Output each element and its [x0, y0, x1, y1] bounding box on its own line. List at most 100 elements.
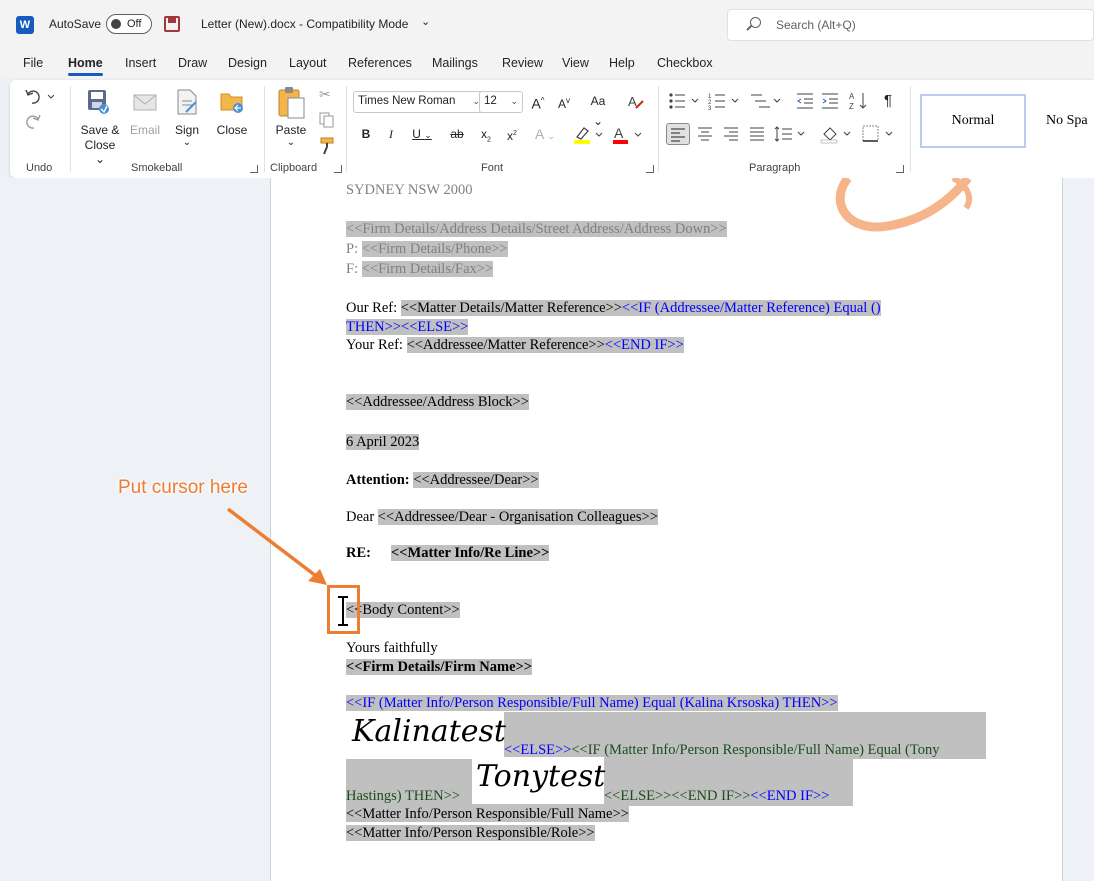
style-normal[interactable]: Normal — [920, 94, 1026, 148]
multilevel-list-icon[interactable] — [750, 92, 782, 110]
paste-label[interactable]: Paste — [274, 123, 308, 137]
justify-icon[interactable] — [748, 125, 766, 143]
smokeball-launcher-icon[interactable] — [250, 165, 258, 173]
doc-if-kalina: <<IF (Matter Info/Person Responsible/Ful… — [346, 695, 838, 711]
align-left-icon — [671, 128, 685, 142]
tab-file[interactable]: File — [23, 56, 43, 70]
grow-font-button[interactable]: A^ — [528, 91, 548, 112]
subscript-button[interactable]: x2 — [476, 124, 496, 144]
ribbon: Undo Save & Close ⌄ Email Sign ⌄ Close S… — [10, 80, 1094, 178]
undo-icon[interactable] — [24, 86, 54, 106]
svg-text:A: A — [849, 92, 855, 101]
sign-icon[interactable] — [174, 88, 200, 116]
change-case-button[interactable]: Aa ⌄ — [584, 91, 612, 128]
tab-help[interactable]: Help — [609, 56, 635, 70]
tab-home[interactable]: Home — [68, 56, 103, 76]
increase-indent-icon[interactable] — [821, 92, 841, 110]
paste-icon[interactable] — [276, 86, 306, 120]
doc-address-block: <<Addressee/Address Block>> — [346, 394, 529, 410]
signature-tony: Tonytest — [472, 757, 605, 804]
divider — [264, 86, 265, 172]
chevron-down-icon[interactable]: ⌄ — [180, 137, 194, 148]
document-title[interactable]: Letter (New).docx - Compatibility Mode — [201, 17, 408, 31]
highlight-icon[interactable] — [573, 125, 605, 145]
search-box[interactable]: Search (Alt+Q) — [727, 9, 1094, 41]
line-spacing-icon[interactable] — [774, 125, 808, 143]
save-close-label[interactable]: Save & — [80, 123, 120, 137]
save-close-label-2[interactable]: Close ⌄ — [78, 138, 122, 166]
underline-button[interactable]: U ⌄ — [407, 124, 437, 144]
divider — [658, 86, 659, 172]
superscript-button[interactable]: x2 — [502, 124, 522, 144]
sign-label[interactable]: Sign — [172, 123, 202, 137]
tab-review[interactable]: Review — [502, 56, 543, 70]
word-app-icon[interactable]: W — [16, 16, 34, 34]
sort-icon[interactable]: AZ — [849, 91, 869, 111]
align-center-icon[interactable] — [696, 125, 714, 143]
shrink-font-button[interactable]: Av — [554, 91, 574, 111]
group-label-smokeball: Smokeball — [131, 162, 183, 174]
show-formatting-marks-icon[interactable]: ¶ — [878, 91, 898, 111]
doc-dear: Dear <<Addressee/Dear - Organisation Col… — [346, 509, 658, 525]
format-painter-icon[interactable] — [319, 137, 335, 155]
firm-logo-watermark — [835, 178, 973, 232]
save-icon[interactable] — [164, 16, 180, 32]
align-left-button[interactable] — [666, 123, 690, 145]
group-label-font: Font — [481, 162, 504, 174]
tab-references[interactable]: References — [348, 56, 412, 70]
autosave-toggle[interactable]: Off — [106, 14, 152, 34]
tab-mailings[interactable]: Mailings — [432, 56, 478, 70]
doc-body-content[interactable]: <<Body Content>> — [346, 602, 460, 619]
cut-icon[interactable]: ✂ — [319, 86, 331, 103]
bold-button[interactable]: B — [356, 124, 376, 144]
numbering-icon[interactable]: 123 — [708, 92, 740, 110]
clear-formatting-icon[interactable]: A — [627, 93, 645, 111]
doc-city: SYDNEY NSW 2000 — [346, 182, 473, 198]
save-close-icon[interactable] — [84, 88, 112, 116]
title-bar: W AutoSave Off Letter (New).docx - Compa… — [0, 0, 1094, 50]
text-cursor-icon — [338, 596, 348, 626]
tab-design[interactable]: Design — [228, 56, 267, 70]
divider — [346, 86, 347, 172]
tab-insert[interactable]: Insert — [125, 56, 156, 70]
font-color-icon[interactable]: A — [612, 125, 644, 145]
decrease-indent-icon[interactable] — [796, 92, 816, 110]
borders-icon[interactable] — [862, 125, 896, 143]
paragraph-launcher-icon[interactable] — [896, 165, 904, 173]
tab-layout[interactable]: Layout — [289, 56, 327, 70]
font-name-combo[interactable]: Times New Roman ⌄ — [353, 91, 485, 113]
annotation-label: Put cursor here — [118, 477, 248, 498]
redo-icon[interactable] — [24, 111, 44, 131]
tab-checkbox[interactable]: Checkbox — [657, 56, 713, 70]
doc-date: 6 April 2023 — [346, 434, 420, 450]
divider — [910, 86, 911, 172]
chevron-down-icon[interactable]: ⌄ — [284, 137, 298, 148]
copy-icon[interactable] — [319, 112, 335, 128]
ribbon-tabs: File Home Insert Draw Design Layout Refe… — [0, 50, 1094, 78]
font-launcher-icon[interactable] — [646, 165, 654, 173]
doc-person-role: <<Matter Info/Person Responsible/Role>> — [346, 825, 595, 841]
text-effects-button[interactable]: A ⌄ — [530, 124, 560, 144]
doc-firm-name: <<Firm Details/Firm Name>> — [346, 659, 533, 675]
style-no-spacing[interactable]: No Spa — [1036, 94, 1094, 148]
tab-view[interactable]: View — [562, 56, 589, 70]
search-icon — [750, 17, 761, 28]
svg-text:A: A — [614, 125, 624, 141]
toggle-knob — [111, 19, 121, 29]
svg-text:A: A — [628, 94, 637, 109]
search-placeholder: Search (Alt+Q) — [776, 18, 856, 32]
clipboard-launcher-icon[interactable] — [334, 165, 342, 173]
tab-draw[interactable]: Draw — [178, 56, 207, 70]
align-right-icon[interactable] — [722, 125, 740, 143]
italic-button[interactable]: I — [381, 124, 401, 144]
close-label[interactable]: Close — [214, 123, 250, 137]
font-size-value: 12 — [484, 95, 497, 107]
shading-icon[interactable] — [820, 124, 854, 144]
svg-text:Z: Z — [849, 102, 854, 111]
bullets-icon[interactable] — [668, 92, 700, 110]
font-size-combo[interactable]: 12 ⌄ — [479, 91, 523, 113]
chevron-down-icon[interactable]: ⌄ — [421, 15, 430, 28]
close-folder-icon[interactable] — [218, 88, 246, 116]
svg-text:3: 3 — [708, 106, 712, 110]
strikethrough-button[interactable]: ab — [447, 124, 467, 144]
